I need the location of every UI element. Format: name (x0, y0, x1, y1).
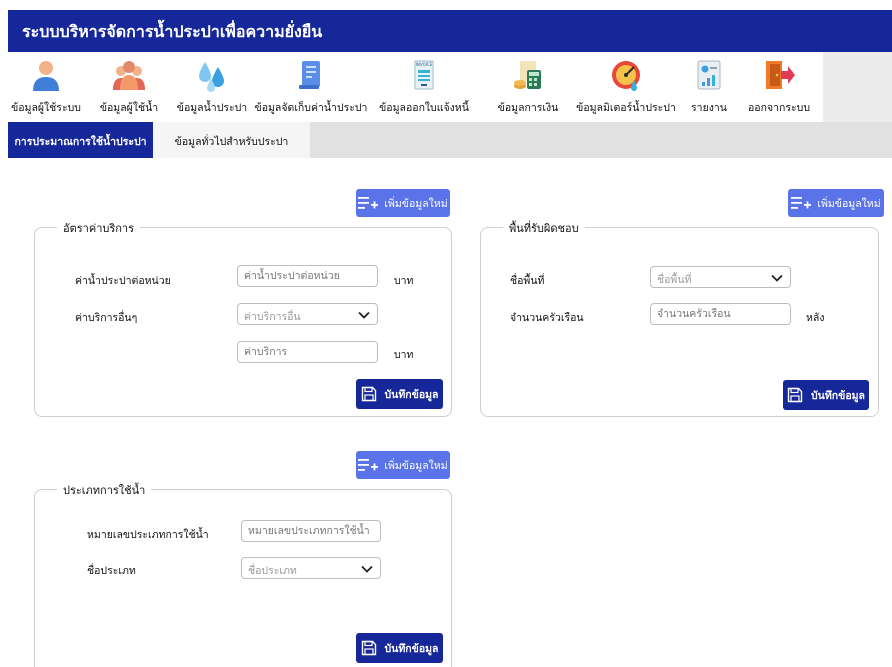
add-list-icon (358, 459, 379, 471)
area-panel-legend: พื้นที่รับผิดชอบ (503, 219, 585, 237)
area-name-label: ชื่อพื้นที่ (510, 275, 545, 287)
document-icon (299, 61, 320, 89)
report-icon (697, 60, 721, 90)
menu-item-reports[interactable]: รายงาน (684, 52, 734, 122)
menu-item-finance[interactable]: ข้อมูลการเงิน (496, 52, 560, 122)
service-fee-unit: บาท (394, 349, 414, 361)
save-icon (787, 387, 803, 403)
water-rate-input[interactable] (237, 265, 378, 287)
menu-label: ข้อมูลจัดเก็บค่าน้ำประปา (254, 102, 368, 114)
type-number-input[interactable] (241, 520, 381, 542)
menu-label: ข้อมูลออกใบแจ้งหนี้ (379, 102, 469, 114)
add-area-button[interactable]: เพิ่มข้อมูลใหม่ (788, 189, 884, 217)
save-icon (361, 640, 376, 656)
rates-panel-legend: อัตราค่าบริการ (57, 219, 141, 237)
add-list-icon (358, 197, 379, 209)
tab-label: การประมาณการใช้น้ำประปา (14, 136, 147, 148)
user-icon (33, 61, 59, 91)
type-name-select[interactable]: ชื่อประเภท (241, 557, 381, 579)
menu-label: ออกจากระบบ (748, 102, 810, 114)
households-input[interactable] (650, 303, 791, 325)
add-button-label: เพิ่มข้อมูลใหม่ (384, 197, 448, 210)
add-button-label: เพิ่มข้อมูลใหม่ (817, 197, 881, 210)
select-value: ค่าบริการอื่น (244, 311, 301, 323)
select-value: ชื่อพื้นที่ (657, 274, 692, 286)
households-label: จำนวนครัวเรือน (510, 312, 584, 324)
tab-label: ข้อมูลทั่วไปสำหรับประปา (174, 136, 289, 148)
users-group-icon (113, 61, 145, 90)
menu-item-invoices[interactable]: INVOICE ข้อมูลออกใบแจ้งหนี้ (379, 52, 469, 122)
menu-label: ข้อมูลมิเตอร์น้ำประปา (576, 102, 676, 114)
chevron-down-icon (358, 311, 370, 319)
invoice-badge-text: INVOICE (416, 62, 433, 67)
usage-type-panel-legend: ประเภทการใช้น้ำ (57, 481, 152, 499)
tab-general-info[interactable]: ข้อมูลทั่วไปสำหรับประปา (153, 122, 310, 158)
add-button-label: เพิ่มข้อมูลใหม่ (384, 459, 448, 472)
menu-label: ข้อมูลผู้ใช้น้ำ (99, 102, 159, 114)
save-button-label: บันทึกข้อมูล (384, 642, 439, 655)
water-drops-icon (199, 62, 224, 92)
finance-icon (514, 61, 541, 89)
chevron-down-icon (771, 274, 783, 282)
invoice-icon: INVOICE (414, 60, 434, 90)
logout-icon (766, 61, 795, 89)
service-fee-input[interactable] (237, 341, 378, 363)
add-rate-button[interactable]: เพิ่มข้อมูลใหม่ (356, 189, 450, 217)
menu-label: ข้อมูลน้ำประปา (176, 102, 248, 114)
add-list-icon (791, 197, 812, 209)
save-button-label: บันทึกข้อมูล (384, 388, 439, 401)
water-rate-unit: บาท (394, 275, 414, 287)
save-button-label: บันทึกข้อมูล (811, 389, 865, 402)
menu-item-logout[interactable]: ออกจากระบบ (742, 52, 816, 122)
households-unit: หลัง (806, 312, 825, 324)
save-usage-type-button[interactable]: บันทึกข้อมูล (356, 633, 443, 663)
select-value: ชื่อประเภท (248, 565, 297, 577)
water-rate-label: ค่าน้ำประปาต่อหน่วย (75, 275, 171, 287)
app-title: ระบบบริหารจัดการน้ำประปาเพื่อความยั่งยืน (22, 22, 323, 41)
tab-bar: การประมาณการใช้น้ำประปา ข้อมูลทั่วไปสำหร… (8, 122, 892, 158)
chevron-down-icon (361, 565, 373, 573)
type-number-label: หมายเลขประเภทการใช้น้ำ (87, 529, 209, 541)
add-usage-type-button[interactable]: เพิ่มข้อมูลใหม่ (356, 451, 450, 479)
menu-item-water-users[interactable]: ข้อมูลผู้ใช้น้ำ (98, 52, 160, 122)
menu-item-water-supply[interactable]: ข้อมูลน้ำประปา (176, 52, 248, 122)
area-name-select[interactable]: ชื่อพื้นที่ (650, 266, 791, 288)
save-rates-button[interactable]: บันทึกข้อมูล (356, 379, 443, 409)
menu-label: ข้อมูลผู้ใช้ระบบ (11, 102, 81, 114)
menu-item-water-meter[interactable]: ข้อมูลมิเตอร์น้ำประปา (576, 52, 676, 122)
save-area-button[interactable]: บันทึกข้อมูล (783, 380, 869, 410)
menu-item-water-billing[interactable]: ข้อมูลจัดเก็บค่าน้ำประปา (255, 52, 367, 122)
menu-label: ข้อมูลการเงิน (497, 102, 559, 114)
main-menu-bar: ข้อมูลผู้ใช้ระบบ ข้อมูลผู้ใช้น้ำ ข้อมูลน… (8, 52, 892, 122)
other-services-label: ค่าบริการอื่นๆ (75, 312, 138, 324)
tab-water-usage-estimation[interactable]: การประมาณการใช้น้ำประปา (8, 122, 153, 158)
type-name-label: ชื่อประเภท (87, 565, 136, 577)
meter-icon (612, 61, 640, 91)
menu-item-system-users[interactable]: ข้อมูลผู้ใช้ระบบ (11, 52, 81, 122)
save-icon (361, 386, 376, 402)
other-services-select[interactable]: ค่าบริการอื่น (237, 303, 378, 325)
app-title-bar: ระบบบริหารจัดการน้ำประปาเพื่อความยั่งยืน (8, 10, 892, 52)
